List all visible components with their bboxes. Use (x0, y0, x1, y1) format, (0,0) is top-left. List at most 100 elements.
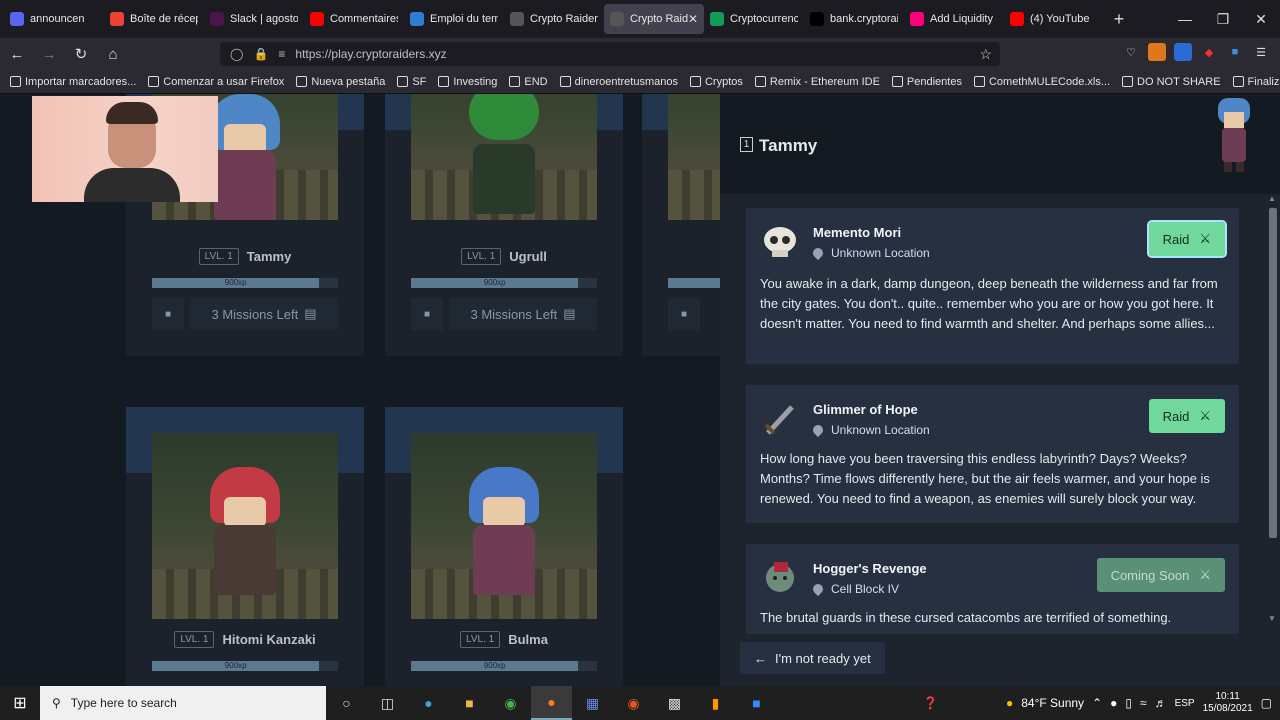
inventory-icon[interactable]: ■ (411, 298, 443, 330)
url-bar[interactable]: ◯ 🔒 ≡ https://play.cryptoraiders.xyz ☆ (220, 42, 1000, 66)
inventory-icon[interactable]: ■ (668, 298, 700, 330)
coming-soon-button[interactable]: Coming Soon ⚔ (1096, 558, 1225, 592)
tab-label: Slack | agosto (230, 13, 298, 25)
bookmark-item[interactable]: SF (397, 76, 426, 88)
reload-icon[interactable]: ↻ (66, 39, 96, 69)
panel-scrollbar[interactable]: ▲ ▼ (1266, 194, 1280, 686)
close-tab-icon[interactable]: ✕ (688, 12, 698, 26)
missions-left-button[interactable]: 3 Missions Left ▤ (449, 298, 597, 330)
new-tab-button[interactable]: + (1104, 9, 1134, 30)
bookmark-star-icon[interactable]: ☆ (979, 46, 992, 63)
bookmark-item[interactable]: Finalizar compra - De... (1232, 76, 1280, 88)
mission-description: The brutal guards in these cursed cataco… (760, 610, 1172, 625)
metamask-icon[interactable] (1148, 43, 1166, 61)
sublime-icon[interactable]: ▮ (695, 686, 736, 720)
volume-icon[interactable]: ♬ (1155, 696, 1167, 710)
character-card-partial[interactable]: ■ (642, 94, 720, 356)
browser-tab[interactable]: Commentaires (304, 0, 404, 38)
map-icon: ▤ (563, 306, 576, 321)
browser-tab[interactable]: Crypto Raid ✕ (604, 4, 704, 34)
weather-text[interactable]: 84°F Sunny (1021, 696, 1084, 710)
browser-tab[interactable]: Emploi du tem (404, 0, 504, 38)
home-icon[interactable]: ⌂ (98, 39, 128, 69)
extension-red-icon[interactable]: ◆ (1200, 43, 1218, 61)
microphone-icon[interactable]: ● (1110, 696, 1117, 710)
forward-arrow-icon[interactable]: → (34, 39, 64, 69)
character-name: Ugrull (509, 249, 547, 264)
character-card[interactable]: LVL. 1 Bulma 900xp (385, 407, 623, 686)
bookmark-item[interactable]: Nueva pestaña (296, 76, 385, 88)
bookmark-item[interactable]: END (509, 76, 548, 88)
browser-tab[interactable]: Slack | agosto (204, 0, 304, 38)
browser-tab[interactable]: Crypto Raiders (504, 0, 604, 38)
raid-button[interactable]: Raid ⚔ (1148, 399, 1225, 433)
zoom-icon[interactable]: ■ (736, 686, 777, 720)
mission-location: Unknown Location (810, 245, 930, 261)
map-icon: ▤ (304, 306, 317, 321)
lock-icon[interactable]: 🔒 (253, 47, 268, 61)
url-text[interactable]: https://play.cryptoraiders.xyz (295, 47, 446, 61)
browser-tab[interactable]: Boîte de récep (104, 0, 204, 38)
character-name: Bulma (508, 632, 548, 647)
bookmark-item[interactable]: Cryptos (689, 76, 743, 88)
browser-tab[interactable]: Add Liquidity (904, 0, 1004, 38)
taskbar-search[interactable]: ⚲ Type here to search (40, 686, 326, 720)
chrome-icon[interactable]: ◉ (490, 686, 531, 720)
tray-chevron-icon[interactable]: ⌃ (1092, 696, 1102, 710)
minimize-icon[interactable]: — (1166, 0, 1204, 38)
mission-card: Memento Mori Unknown Location Raid ⚔ You … (746, 208, 1239, 364)
file-explorer-icon[interactable]: ■ (449, 686, 490, 720)
browser-tab[interactable]: bank.cryptorai (804, 0, 904, 38)
battery-icon[interactable]: ▯ (1125, 696, 1132, 710)
pocket-icon[interactable]: ♡ (1122, 43, 1140, 61)
bookmark-item[interactable]: ComethMULECode.xls... (973, 75, 1111, 88)
inventory-icon[interactable]: ■ (152, 298, 184, 330)
browser-tab[interactable]: Cryptocurrenc (704, 0, 804, 38)
notifications-icon[interactable]: ▢ (1261, 696, 1272, 710)
bookmark-label: ComethMULECode.xls... (988, 75, 1111, 88)
bookmark-item[interactable]: dineroentretusmanos (559, 76, 678, 88)
permissions-icon[interactable]: ≡ (278, 47, 285, 61)
extension-blue-icon[interactable] (1174, 43, 1192, 61)
folder-icon (1122, 76, 1134, 87)
remote-desktop-icon[interactable]: ▦ (572, 686, 613, 720)
language-indicator[interactable]: ESP (1175, 698, 1195, 709)
firefox-icon[interactable]: ● (531, 686, 572, 720)
game-page: LVL. 1 Tammy 900xp ■ 3 Missions Left ▤ LV… (0, 94, 1280, 686)
extension-shield-icon[interactable]: ■ (1226, 43, 1244, 61)
bookmark-item[interactable]: Remix - Ethereum IDE (754, 76, 880, 88)
bookmark-item[interactable]: Comenzar a usar Firefox (148, 76, 284, 88)
browser-tab[interactable]: (4) YouTube (1004, 0, 1104, 38)
scrollbar-thumb[interactable] (1269, 208, 1277, 538)
wifi-icon[interactable]: ≈ (1140, 696, 1147, 710)
browser-tab[interactable]: announcen (4, 0, 104, 38)
bookmark-item[interactable]: Pendientes (891, 76, 962, 88)
bookmark-item[interactable]: DO NOT SHARE (1122, 76, 1221, 88)
bookmark-label: Investing (453, 75, 498, 88)
restore-icon[interactable]: ❐ (1204, 0, 1242, 38)
scroll-down-icon[interactable]: ▼ (1268, 614, 1276, 623)
terminal-icon[interactable]: ▩ (654, 686, 695, 720)
windows-start-icon[interactable]: ⊞ (0, 686, 40, 720)
menu-icon[interactable]: ☰ (1252, 43, 1270, 61)
scroll-up-icon[interactable]: ▲ (1268, 194, 1276, 203)
character-card[interactable]: LVL. 1 Hitomi Kanzaki 900xp (126, 407, 364, 686)
ubuntu-icon[interactable]: ◉ (613, 686, 654, 720)
not-ready-button[interactable]: ← I'm not ready yet (740, 642, 885, 674)
back-arrow-icon[interactable]: ← (2, 39, 32, 69)
missions-left-button[interactable]: 3 Missions Left ▤ (190, 298, 338, 330)
bookmark-item[interactable]: Investing (438, 76, 497, 88)
character-number: 1 (740, 137, 753, 152)
raid-button[interactable]: Raid ⚔ (1146, 220, 1228, 258)
help-icon[interactable]: ❓ (923, 696, 938, 710)
shield-icon[interactable]: ◯ (230, 47, 243, 61)
arrow-left-icon: ← (754, 650, 767, 666)
bookmark-item[interactable]: Importar marcadores... (10, 76, 136, 88)
cortana-icon[interactable]: ○ (326, 686, 367, 720)
clock[interactable]: 10:11 15/08/2021 (1203, 691, 1253, 715)
edge-icon[interactable]: ● (408, 686, 449, 720)
task-view-icon[interactable]: ◫ (367, 686, 408, 720)
discord-icon (10, 12, 24, 26)
close-window-icon[interactable]: ✕ (1242, 0, 1280, 38)
character-card[interactable]: LVL. 1 Ugrull 900xp ■ 3 Missions Left ▤ (385, 94, 623, 356)
